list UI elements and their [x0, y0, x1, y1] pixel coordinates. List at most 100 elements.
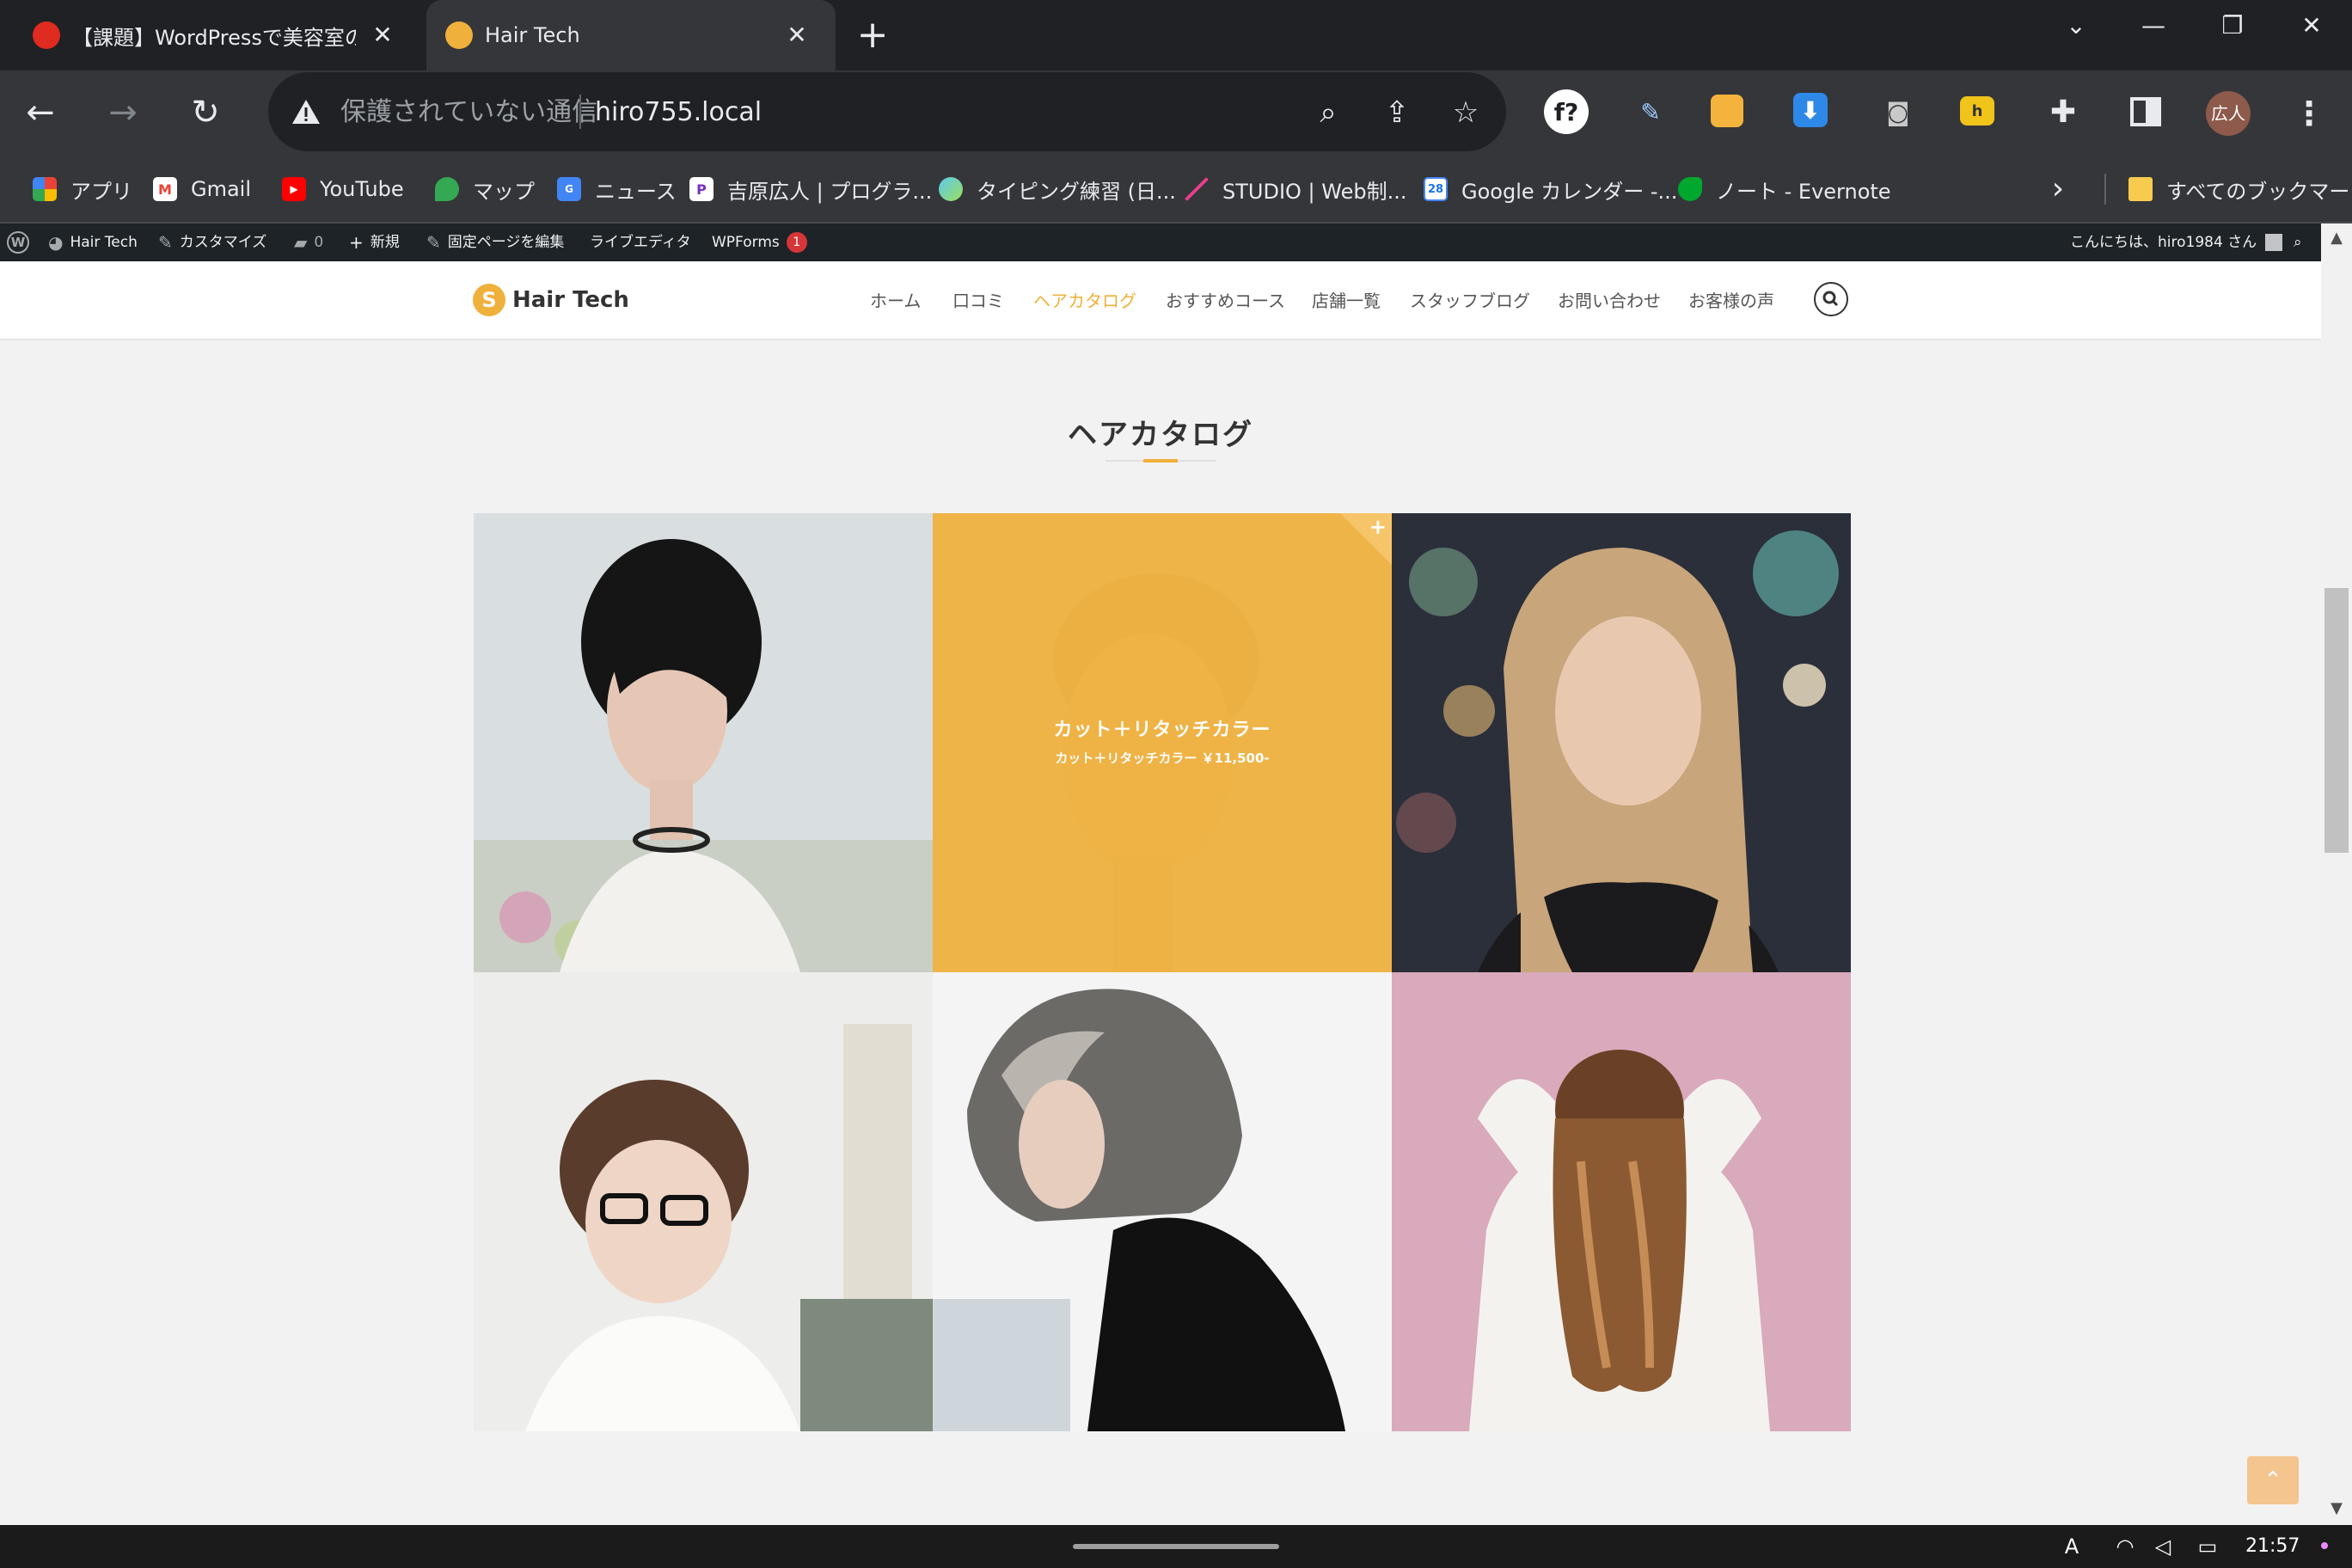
close-tab-icon[interactable]: ✕	[368, 21, 397, 50]
nav-contact[interactable]: お問い合わせ	[1558, 285, 1661, 316]
bookmark-label: アプリ	[70, 179, 132, 204]
youtube-icon: ▶	[282, 177, 306, 201]
nav-hair-catalog[interactable]: ヘアカタログ	[1033, 285, 1136, 316]
bookmark-label: タイピング練習 (日...	[977, 179, 1176, 204]
extensions-puzzle-icon[interactable]: ✚	[2041, 89, 2086, 134]
bookmark-apps[interactable]: アプリ	[33, 167, 132, 211]
admin-search-icon[interactable]: ⌕	[2294, 224, 2302, 261]
scrollbar-thumb[interactable]	[2324, 588, 2349, 853]
catalog-item-glasses-bob[interactable]	[474, 972, 933, 1431]
admin-new-label: 新規	[370, 234, 400, 251]
admin-live-editor[interactable]: ライブエディタ	[590, 224, 691, 261]
scroll-up-arrow-icon[interactable]: ▲	[2321, 225, 2352, 251]
bookmarks-divider	[2104, 174, 2106, 205]
side-panel-icon[interactable]	[2123, 89, 2168, 134]
maps-pin-icon	[435, 177, 459, 201]
more-menu-icon[interactable]: ⋮	[2290, 89, 2328, 138]
comment-bubble-icon: ▰	[294, 232, 308, 253]
admin-account[interactable]: こんにちは、hiro1984 さん	[2070, 224, 2283, 261]
bookmark-portfolio[interactable]: P 吉原広人 | プログラ...	[689, 167, 932, 211]
wpforms-count-badge: 1	[786, 232, 807, 253]
admin-comments[interactable]: ▰ 0	[294, 224, 323, 261]
nav-staff-blog[interactable]: スタッフブログ	[1410, 285, 1530, 316]
admin-wpforms[interactable]: WPForms 1	[712, 224, 807, 261]
admin-site-label: Hair Tech	[70, 234, 138, 251]
close-window-icon[interactable]: ✕	[2273, 0, 2350, 52]
folder-extension-icon[interactable]: h	[1960, 96, 1994, 126]
site-search-icon[interactable]	[1814, 282, 1848, 316]
nav-recommended-courses[interactable]: おすすめコース	[1166, 285, 1285, 316]
battery-icon[interactable]: ▭	[2190, 1527, 2225, 1566]
wifi-icon[interactable]: ◠	[2108, 1527, 2142, 1566]
tab-hair-tech[interactable]: Hair Tech ✕	[426, 0, 836, 70]
catalog-item-long-blonde[interactable]	[1392, 513, 1851, 972]
short-black-bob-woman-photo	[474, 513, 933, 972]
all-bookmarks-folder[interactable]: すべてのブックマーク	[2128, 167, 2352, 211]
brush-icon: ✎	[158, 232, 173, 253]
back-to-top-button[interactable]: ⌃	[2247, 1456, 2299, 1504]
zoom-icon[interactable]: ⌕	[1308, 93, 1348, 132]
catalog-item-price: カット＋リタッチカラー ￥11,500-	[1055, 750, 1270, 766]
close-tab-icon[interactable]: ✕	[782, 21, 812, 50]
bookmark-label: YouTube	[320, 177, 404, 201]
catalog-item-long-wavy-back[interactable]	[1392, 972, 1851, 1431]
site-logo-icon[interactable]: S	[473, 284, 505, 316]
minimize-icon[interactable]: —	[2115, 0, 2192, 52]
bookmark-calendar[interactable]: 28 Google カレンダー -...	[1424, 167, 1677, 211]
site-logo-text[interactable]: Hair Tech	[512, 282, 629, 318]
admin-edit-page[interactable]: ✎ 固定ページを編集	[426, 224, 564, 261]
tab-search-chevron-down-icon[interactable]: ⌄	[2037, 0, 2115, 52]
bookmark-maps[interactable]: マップ	[435, 167, 535, 211]
admin-site-name[interactable]: ◕ Hair Tech	[48, 224, 138, 261]
reload-icon[interactable]: ↻	[181, 88, 230, 138]
wordpress-logo-icon[interactable]: W	[7, 224, 36, 261]
nav-home[interactable]: ホーム	[870, 285, 921, 316]
page-scrollbar[interactable]	[2321, 224, 2352, 1525]
input-method-icon[interactable]: A	[2055, 1527, 2089, 1566]
notification-dot-icon[interactable]	[2321, 1542, 2328, 1549]
nav-customer-voice[interactable]: お客様の声	[1688, 285, 1774, 316]
eyedropper-extension-icon[interactable]: ✎	[1628, 89, 1673, 134]
url-text[interactable]: hiro755.local	[595, 93, 762, 132]
profile-avatar[interactable]: 広人	[2206, 91, 2251, 136]
back-arrow-icon[interactable]: ←	[15, 88, 65, 138]
bookmark-studio[interactable]: STUDIO | Web制...	[1185, 167, 1406, 211]
portfolio-icon: P	[689, 177, 714, 201]
restore-icon[interactable]: ❐	[2194, 0, 2271, 52]
catalog-item-title: カット＋リタッチカラー	[1053, 720, 1271, 741]
catalog-item-short-black-bob[interactable]	[474, 513, 933, 972]
catalog-hover-overlay[interactable]: + カット＋リタッチカラー カット＋リタッチカラー ￥11,500-	[933, 513, 1392, 972]
bookmark-gmail[interactable]: M Gmail	[153, 167, 251, 211]
share-icon[interactable]: ⇪	[1377, 93, 1417, 132]
admin-customize[interactable]: ✎ カスタマイズ	[158, 224, 266, 261]
system-clock[interactable]: 21:57	[2245, 1527, 2300, 1566]
forward-arrow-icon[interactable]: →	[98, 88, 148, 138]
admin-edit-label: 固定ページを編集	[447, 234, 565, 251]
nav-reviews[interactable]: 口コミ	[952, 285, 1004, 316]
bookmark-news[interactable]: G ニュース	[557, 167, 677, 211]
download-extension-icon[interactable]: ⬇	[1793, 93, 1828, 127]
volume-icon[interactable]: ◁	[2146, 1527, 2180, 1566]
plus-icon[interactable]: +	[1369, 515, 1387, 539]
scroll-down-arrow-icon[interactable]: ▼	[2321, 1496, 2352, 1522]
catalog-item-grey-wavy-bob[interactable]	[933, 972, 1392, 1431]
chevron-right-icon[interactable]: ›	[2039, 168, 2077, 210]
notes-extension-icon[interactable]	[1711, 95, 1743, 127]
page-title: ヘアカタログ	[1068, 418, 1253, 452]
address-separator	[579, 95, 581, 129]
new-tab-plus-icon[interactable]: +	[851, 14, 894, 57]
tab-kadai[interactable]: 【課題】WordPressで美容室のサ ✕	[0, 0, 421, 70]
nav-store-list[interactable]: 店舗一覧	[1312, 285, 1381, 316]
bookmark-typing[interactable]: タイピング練習 (日...	[939, 167, 1176, 211]
camera-extension-icon[interactable]: ◙	[1876, 89, 1920, 134]
bookmark-star-icon[interactable]: ☆	[1446, 93, 1485, 132]
bookmark-evernote[interactable]: ノート - Evernote	[1678, 167, 1891, 211]
fontface-ninja-extension-icon[interactable]: f?	[1544, 89, 1589, 134]
home-gesture-bar[interactable]	[1073, 1544, 1279, 1549]
bookmark-youtube[interactable]: ▶ YouTube	[282, 167, 404, 211]
security-status-text[interactable]: 保護されていない通信	[340, 93, 597, 132]
grey-wavy-bob-woman-photo	[933, 972, 1392, 1431]
admin-new[interactable]: + 新規	[349, 224, 400, 261]
catalog-item-pixie-cut[interactable]: + カット＋リタッチカラー カット＋リタッチカラー ￥11,500-	[933, 513, 1392, 972]
warning-triangle-icon[interactable]	[291, 96, 322, 127]
